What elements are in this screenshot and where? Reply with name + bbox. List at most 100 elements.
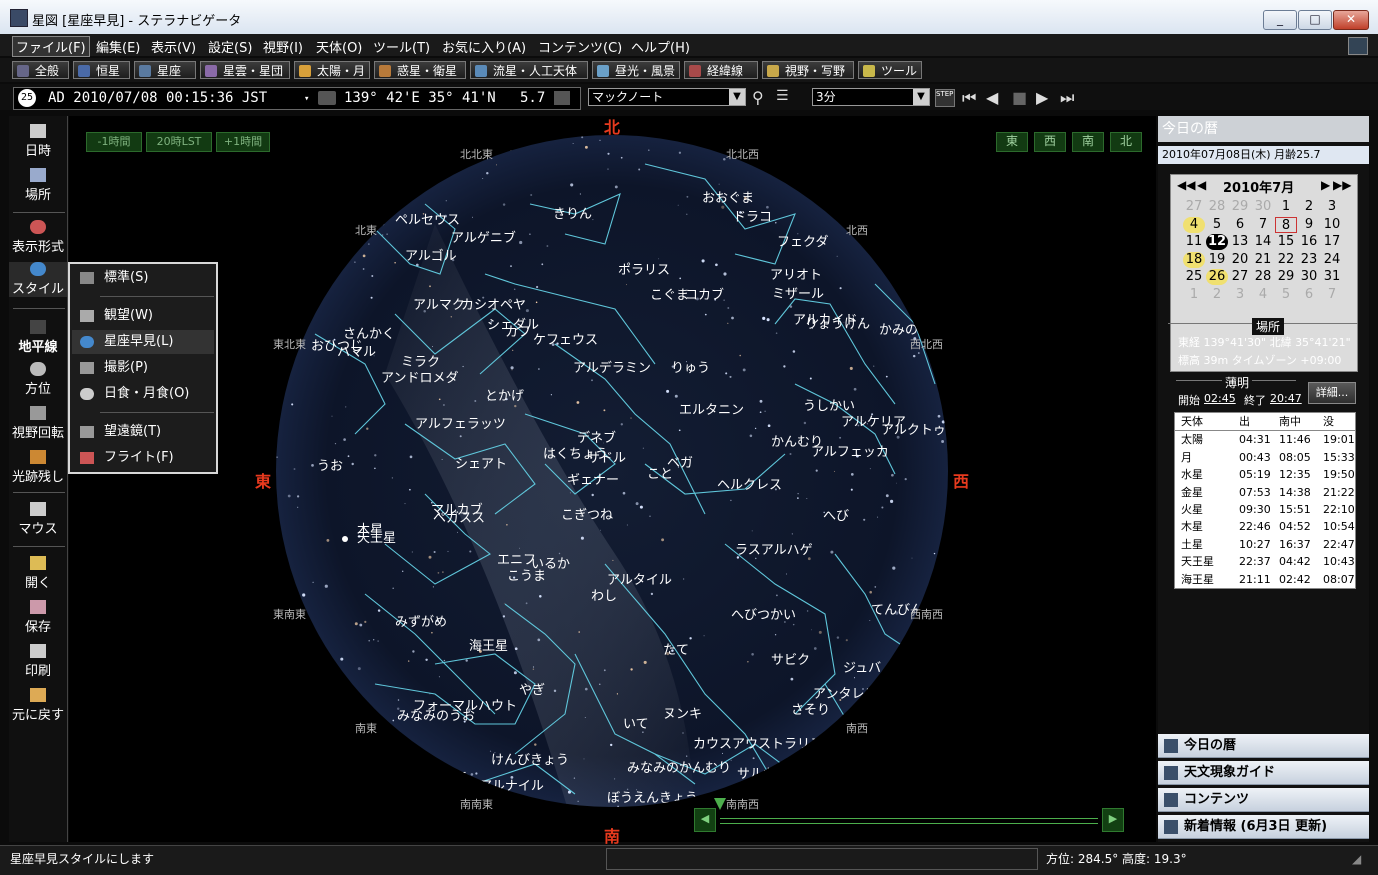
- dropdown-arrow-icon[interactable]: ▾: [304, 89, 309, 109]
- object-search-select[interactable]: マックノート ▼: [588, 88, 746, 106]
- tool-print[interactable]: 印刷: [9, 644, 67, 679]
- menu-objects[interactable]: 天体(O): [316, 37, 362, 56]
- tool-datetime[interactable]: 日時: [9, 124, 67, 159]
- calendar-day[interactable]: 30: [1298, 269, 1320, 285]
- calendar-day[interactable]: 28: [1206, 199, 1228, 215]
- step-icon[interactable]: STEP: [935, 89, 955, 107]
- now-icon[interactable]: [318, 91, 336, 105]
- detail-button[interactable]: 詳細...: [1308, 382, 1356, 404]
- menu-tools[interactable]: ツール(T): [373, 37, 430, 56]
- menu-view[interactable]: 表示(V): [151, 37, 196, 56]
- calendar-day[interactable]: 30: [1252, 199, 1274, 215]
- cat-nebulae[interactable]: 星雲・星団: [200, 61, 290, 79]
- calendar-day[interactable]: 2: [1206, 287, 1228, 303]
- calendar-day[interactable]: 11: [1183, 234, 1205, 250]
- calendar-day[interactable]: 31: [1321, 269, 1343, 285]
- maximize-button[interactable]: □: [1298, 10, 1332, 30]
- cat-planets[interactable]: 惑星・衛星: [374, 61, 466, 79]
- view-south-button[interactable]: 南: [1072, 132, 1104, 152]
- calendar-day[interactable]: 6: [1229, 217, 1251, 233]
- play-icon[interactable]: ▶: [1036, 88, 1048, 107]
- calendar-day[interactable]: 21: [1252, 252, 1274, 268]
- tool-location[interactable]: 場所: [9, 168, 67, 203]
- monitor-icon[interactable]: [1348, 37, 1368, 55]
- style-planisphere[interactable]: 星座早見(L): [72, 330, 214, 354]
- tool-rotate[interactable]: 視野回転: [9, 406, 67, 441]
- cat-tools[interactable]: ツール: [858, 61, 922, 79]
- chevron-down-icon[interactable]: ▼: [913, 89, 929, 105]
- limit-magnitude[interactable]: 5.7: [520, 88, 545, 108]
- calendar-day[interactable]: 23: [1298, 252, 1320, 268]
- calendar-day[interactable]: 5: [1275, 287, 1297, 303]
- tool-display-format[interactable]: 表示形式: [9, 220, 67, 255]
- tool-undo[interactable]: 元に戻す: [9, 688, 67, 723]
- stop-icon[interactable]: ■: [1012, 88, 1027, 107]
- skip-forward-icon[interactable]: ⏭: [1060, 88, 1074, 108]
- calendar-day[interactable]: 1: [1275, 199, 1297, 215]
- menu-fov[interactable]: 視野(I): [263, 37, 303, 56]
- menu-settings[interactable]: 設定(S): [208, 37, 252, 56]
- datetime-text[interactable]: AD 2010/07/08 00:15:36 JST: [48, 88, 267, 108]
- location-text[interactable]: 139° 42'E 35° 41'N: [344, 88, 496, 108]
- slider-right-button[interactable]: ▶: [1102, 808, 1124, 832]
- calendar-day[interactable]: 4: [1252, 287, 1274, 303]
- calendar-day[interactable]: 15: [1275, 234, 1297, 250]
- view-north-button[interactable]: 北: [1110, 132, 1142, 152]
- time-slider-thumb[interactable]: [714, 798, 726, 810]
- calendar-day[interactable]: 29: [1229, 199, 1251, 215]
- calendar-day[interactable]: 2: [1298, 199, 1320, 215]
- menu-edit[interactable]: 編集(E): [96, 37, 140, 56]
- calendar-day[interactable]: 7: [1321, 287, 1343, 303]
- style-eclipse[interactable]: 日食・月食(O): [72, 382, 214, 406]
- magnitude-icon[interactable]: [554, 91, 570, 105]
- style-telescope[interactable]: 望遠鏡(T): [72, 420, 214, 444]
- view-east-button[interactable]: 東: [996, 132, 1028, 152]
- style-flight[interactable]: フライト(F): [72, 446, 214, 470]
- calendar-day[interactable]: 20: [1229, 252, 1251, 268]
- calendar-day[interactable]: 24: [1321, 252, 1343, 268]
- close-button[interactable]: ✕: [1333, 10, 1369, 30]
- clock-icon[interactable]: 25: [18, 89, 36, 107]
- plus-hour-button[interactable]: +1時間: [216, 132, 270, 152]
- cat-daylight[interactable]: 昼光・風景: [592, 61, 680, 79]
- tool-open[interactable]: 開く: [9, 556, 67, 591]
- calendar-day[interactable]: 12: [1206, 234, 1228, 250]
- skip-back-icon[interactable]: ⏮: [962, 88, 976, 108]
- cat-stars[interactable]: 恒星: [73, 61, 130, 79]
- cat-general[interactable]: 全般: [12, 61, 69, 79]
- calendar-day[interactable]: 18: [1183, 251, 1205, 268]
- calendar-day[interactable]: 9: [1298, 217, 1320, 233]
- tool-trails[interactable]: 光跡残し: [9, 450, 67, 485]
- calendar-day[interactable]: 22: [1275, 252, 1297, 268]
- tool-azimuth[interactable]: 方位: [9, 362, 67, 397]
- calendar-day[interactable]: 7: [1252, 217, 1274, 233]
- step-back-icon[interactable]: ◀: [986, 88, 998, 107]
- cat-constellations[interactable]: 星座: [134, 61, 196, 79]
- tab-contents[interactable]: コンテンツ: [1158, 788, 1369, 812]
- minimize-button[interactable]: _: [1263, 10, 1297, 30]
- calendar-day[interactable]: 19: [1206, 252, 1228, 268]
- calendar-day[interactable]: 3: [1321, 199, 1343, 215]
- cat-sun-moon[interactable]: 太陽・月: [294, 61, 370, 79]
- cat-fov[interactable]: 視野・写野: [762, 61, 854, 79]
- calendar-day[interactable]: 16: [1298, 234, 1320, 250]
- menu-favorites[interactable]: お気に入り(A): [442, 37, 526, 56]
- calendar-day[interactable]: 26: [1206, 269, 1228, 285]
- calendar-day[interactable]: 27: [1229, 269, 1251, 285]
- tool-save[interactable]: 保存: [9, 600, 67, 635]
- cat-meteors[interactable]: 流星・人工天体: [470, 61, 588, 79]
- time-slider-track[interactable]: [720, 818, 1098, 824]
- calendar-day[interactable]: 6: [1298, 287, 1320, 303]
- style-observation[interactable]: 観望(W): [72, 304, 214, 328]
- search-icon[interactable]: ⚲: [752, 88, 764, 107]
- calendar-day[interactable]: 25: [1183, 269, 1205, 285]
- tab-today[interactable]: 今日の暦: [1158, 734, 1369, 758]
- menu-help[interactable]: ヘルプ(H): [631, 37, 690, 56]
- calendar-day[interactable]: 27: [1183, 199, 1205, 215]
- calendar-day[interactable]: 10: [1321, 217, 1343, 233]
- calendar-day[interactable]: 28: [1252, 269, 1274, 285]
- calendar-day[interactable]: 1: [1183, 287, 1205, 303]
- calendar-day[interactable]: 5: [1206, 217, 1228, 233]
- calendar-day[interactable]: 3: [1229, 287, 1251, 303]
- style-standard[interactable]: 標準(S): [72, 266, 214, 290]
